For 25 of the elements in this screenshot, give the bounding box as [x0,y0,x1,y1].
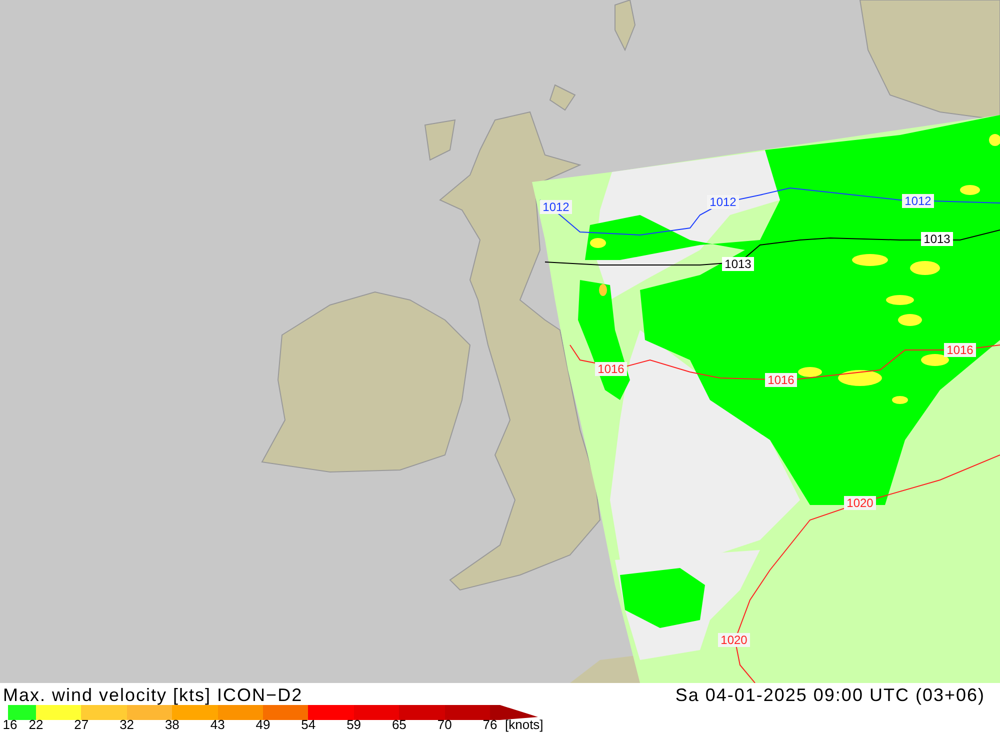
isobar-label: 1012 [904,194,932,208]
legend-tick: 22 [28,718,44,732]
forecast-time: Sa 04-01-2025 09:00 UTC (03+06) [675,684,985,706]
isobar-label: 1013 [924,232,950,246]
legend-tick: 43 [210,718,225,732]
legend-tick: 16 [2,718,18,732]
isobar-label: 1013 [724,257,752,271]
legend-tick: 65 [392,718,406,732]
isobar-label: 1012 [542,200,570,214]
chart-title: Max. wind velocity [kts] ICON−D2 [3,684,303,706]
legend-tick: 76 [482,718,498,732]
isobar-label: 1016 [768,373,794,387]
isobar-label: 1016 [598,362,624,376]
isobar-label: 1012 [710,195,736,209]
legend-tick: 59 [346,718,362,732]
legend-tick: 70 [437,718,452,732]
isobar-label: 1016 [946,343,974,357]
isobar-label: 1020 [846,496,874,510]
legend-tick: 27 [74,718,89,732]
legend-tick: 54 [301,718,316,732]
legend-tick: 49 [256,718,270,732]
legend-tick: 32 [120,718,134,732]
legend-unit: [knots] [505,718,544,732]
isobar-label: 1020 [720,633,748,647]
legend-tick: 38 [164,718,180,732]
